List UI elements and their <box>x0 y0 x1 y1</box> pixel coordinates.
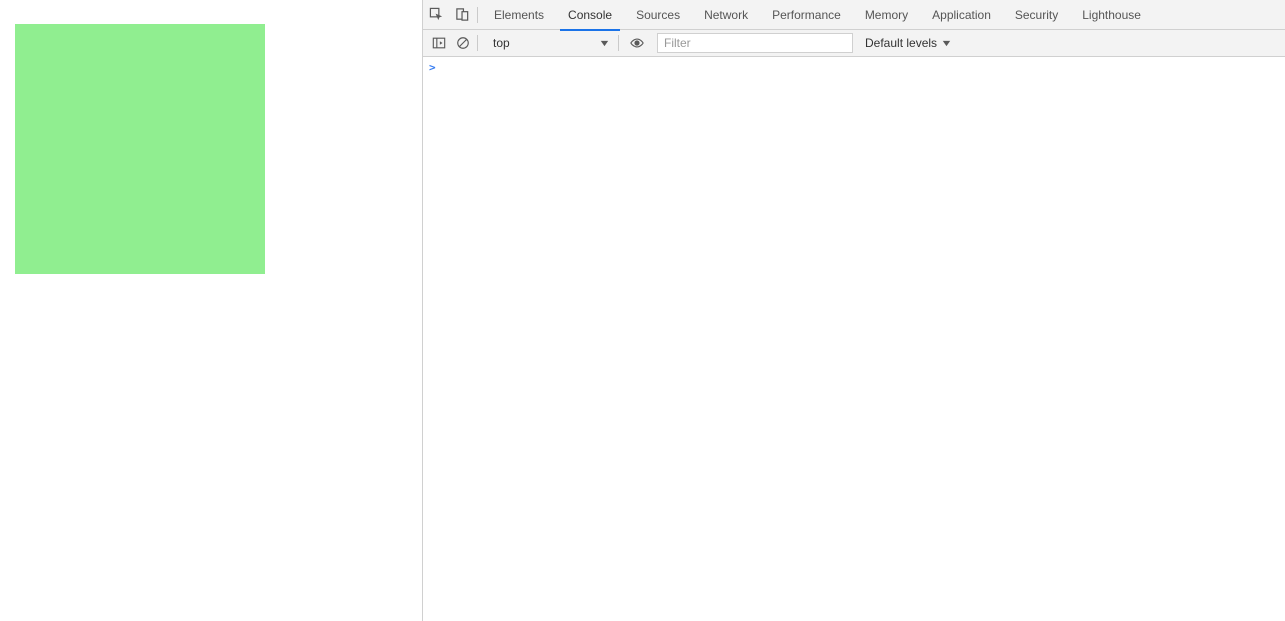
tab-network[interactable]: Network <box>692 0 760 30</box>
tab-elements[interactable]: Elements <box>482 0 556 30</box>
toolbar-separator-2 <box>618 35 619 51</box>
page-green-box <box>15 24 265 274</box>
inspect-element-icon[interactable] <box>423 0 449 30</box>
console-output-area[interactable]: > <box>423 57 1285 621</box>
execution-context-selector[interactable]: top ▼ <box>486 33 616 53</box>
tab-sources[interactable]: Sources <box>624 0 692 30</box>
tab-console[interactable]: Console <box>556 0 624 30</box>
tab-bar-separator <box>477 7 478 23</box>
toolbar-separator-1 <box>477 35 478 51</box>
console-filter-input[interactable] <box>657 33 853 53</box>
page-content-pane <box>0 0 423 621</box>
devtools-panel: Elements Console Sources Network Perform… <box>423 0 1285 621</box>
log-levels-label: Default levels <box>865 36 937 50</box>
show-console-sidebar-icon[interactable] <box>427 31 451 55</box>
tab-performance[interactable]: Performance <box>760 0 853 30</box>
tab-memory[interactable]: Memory <box>853 0 920 30</box>
log-levels-selector[interactable]: Default levels ▼ <box>859 33 957 53</box>
tab-lighthouse[interactable]: Lighthouse <box>1070 0 1153 30</box>
chevron-down-icon: ▼ <box>598 38 610 48</box>
tab-application[interactable]: Application <box>920 0 1003 30</box>
devtools-tab-bar: Elements Console Sources Network Perform… <box>423 0 1285 30</box>
execution-context-label: top <box>493 36 510 50</box>
device-toolbar-icon[interactable] <box>449 0 475 30</box>
tab-security[interactable]: Security <box>1003 0 1070 30</box>
console-prompt-icon: > <box>429 61 436 74</box>
clear-console-icon[interactable] <box>451 31 475 55</box>
live-expression-icon[interactable] <box>623 36 651 50</box>
chevron-down-icon: ▼ <box>940 38 952 48</box>
console-toolbar: top ▼ Default levels ▼ <box>423 30 1285 57</box>
